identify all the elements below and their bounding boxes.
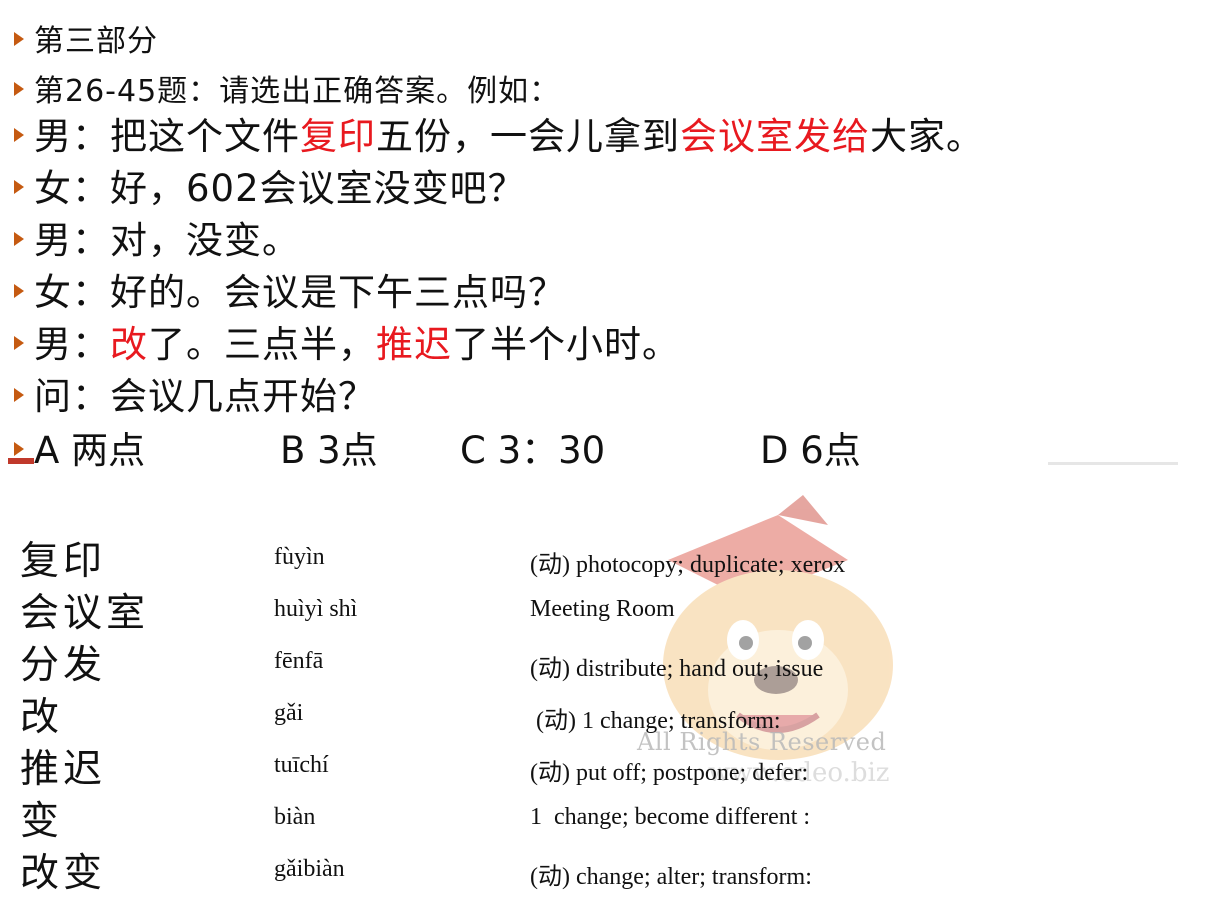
vocab-pinyin: gǎi [274, 700, 304, 726]
section-instruction: 第26-45题：请选出正确答案。例如： [14, 66, 560, 110]
highlighted-word: 推迟 [376, 323, 452, 366]
vocab-definition: (动) distribute; hand out; issue [530, 656, 824, 682]
dialogue-line: 男：对，没变。 [14, 210, 300, 264]
vocab-pinyin: fùyìn [274, 544, 325, 570]
vocab-definition: (动) photocopy; duplicate; xerox [530, 552, 846, 578]
option-c: C 3：30 [460, 429, 606, 472]
option-b: B 3点 [280, 429, 378, 472]
bullet-arrow-icon [14, 179, 24, 194]
vocab-definition: 1 change; become different : [530, 804, 811, 830]
vocab-hanzi: 改变 [20, 851, 107, 896]
vocab-hanzi: 分发 [20, 643, 107, 688]
vocab-pinyin: gǎibiàn [274, 856, 345, 882]
highlighted-word: 会议室发给 [680, 115, 870, 158]
vocab-hanzi: 复印 [20, 539, 107, 584]
dialogue-line: 女：好的。会议是下午三点吗？ [14, 262, 566, 316]
dialogue-line: 男：改了。三点半，推迟了半个小时。 [14, 314, 680, 368]
dialogue-text: 了。三点半， [148, 323, 376, 366]
vocab-pinyin: fēnfā [274, 648, 324, 674]
dialogue-text: 女：好的。会议是下午三点吗？ [34, 271, 566, 314]
dialogue-line: 女：好，602会议室没变吧？ [14, 158, 526, 212]
vocab-pinyin: huìyì shì [274, 596, 358, 622]
section-heading: 第三部分 [14, 16, 158, 60]
vocab-hanzi: 会议室 [20, 591, 150, 636]
section-instruction-text: 第26-45题：请选出正确答案。例如： [34, 74, 561, 109]
slide-corner-mark [8, 458, 34, 464]
vocab-definition: (动) change; alter; transform: [530, 864, 812, 890]
dialogue-text: 五份，一会儿拿到 [376, 115, 680, 158]
highlighted-word: 复印 [300, 115, 376, 158]
vocab-hanzi: 推迟 [20, 747, 107, 792]
bullet-arrow-icon [14, 31, 24, 46]
bullet-arrow-icon [14, 283, 24, 298]
vocab-row: 改变 gǎibiàn (动) change; alter; transform: [0, 842, 1208, 896]
vocab-definition: (动) 1 change; transform: [530, 708, 781, 734]
option-d: D 6点 [760, 429, 861, 472]
bullet-arrow-icon [14, 231, 24, 246]
bullet-arrow-icon [14, 387, 24, 402]
vocab-pinyin: tuīchí [274, 752, 329, 778]
vocab-hanzi: 变 [20, 799, 64, 844]
vocab-row: 复印 fùyìn (动) photocopy; duplicate; xerox [0, 530, 1208, 584]
vocab-definition: Meeting Room [530, 596, 675, 622]
vocab-row: 改 gǎi (动) 1 change; transform: [0, 686, 1208, 740]
section-heading-text: 第三部分 [34, 24, 158, 59]
bullet-arrow-icon [14, 81, 24, 96]
vocab-hanzi: 改 [20, 695, 64, 740]
answer-options: A 两点 B 3点 C 3：30 D 6点 [14, 420, 861, 474]
bullet-arrow-icon [14, 441, 24, 456]
dialogue-text: 男： [34, 323, 110, 366]
bullet-arrow-icon [14, 127, 24, 142]
slide-divider [1048, 462, 1178, 465]
dialogue-line: 男：把这个文件复印五份，一会儿拿到会议室发给大家。 [14, 106, 984, 160]
vocab-row: 变 biàn 1 change; become different : [0, 790, 1208, 844]
dialogue-text: 女：好，602会议室没变吧？ [34, 167, 526, 210]
dialogue-text: 大家。 [870, 115, 984, 158]
option-a: A 两点 [34, 429, 146, 472]
dialogue-line: 问：会议几点开始？ [14, 366, 376, 420]
vocab-pinyin: biàn [274, 804, 316, 830]
dialogue-text: 男：对，没变。 [34, 219, 300, 262]
vocab-row: 推迟 tuīchí (动) put off; postpone; defer: [0, 738, 1208, 792]
vocab-definition: (动) put off; postpone; defer: [530, 760, 809, 786]
dialogue-text: 了半个小时。 [452, 323, 680, 366]
vocab-row: 分发 fēnfā (动) distribute; hand out; issue [0, 634, 1208, 688]
dialogue-text: 问：会议几点开始？ [34, 375, 376, 418]
bullet-arrow-icon [14, 335, 24, 350]
vocab-row: 会议室 huìyì shì Meeting Room [0, 582, 1208, 636]
highlighted-word: 改 [110, 323, 148, 366]
dialogue-text: 男：把这个文件 [34, 115, 300, 158]
